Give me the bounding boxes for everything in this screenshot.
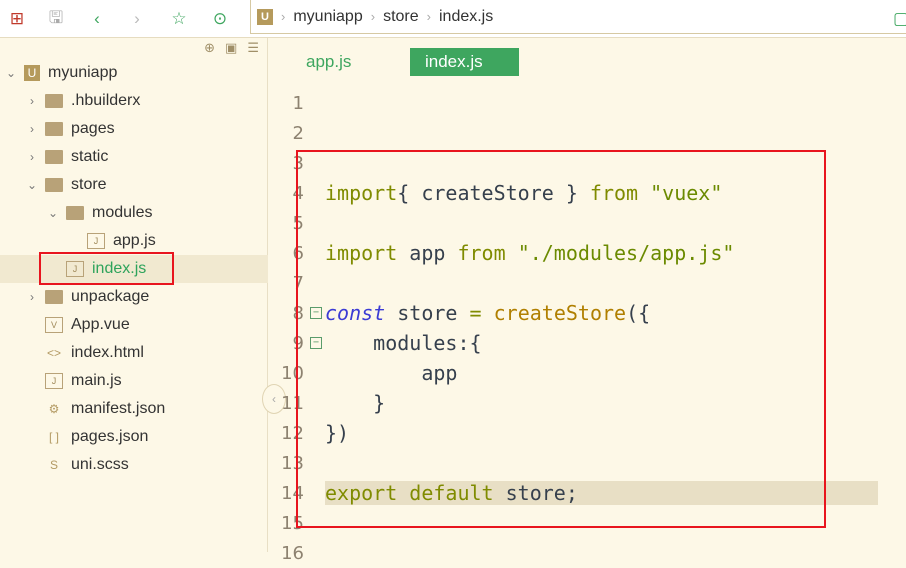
tree-item[interactable]: [ ] pages.json <box>0 423 268 451</box>
folder-icon <box>45 290 63 304</box>
breadcrumb-item[interactable]: store <box>383 8 419 26</box>
preview-icon[interactable]: ▢ <box>890 8 906 30</box>
tree-item-label: index.html <box>71 344 144 361</box>
js-file-icon: J <box>87 233 105 249</box>
chevron-right-icon[interactable]: › <box>25 122 39 136</box>
tree-item[interactable]: ⌄ store <box>0 171 268 199</box>
file-explorer: ⊕ ▣ ☰ ⌄ Umyuniapp › .hbuilderx › pages › static… <box>0 38 268 552</box>
tree-item[interactable]: Japp.js <box>0 227 268 255</box>
tree-item-label: myuniapp <box>48 64 118 81</box>
tree-item[interactable]: › pages <box>0 115 268 143</box>
new-file-icon[interactable]: ⊞ <box>6 8 28 30</box>
run-icon[interactable]: ⊙ <box>209 8 231 30</box>
chevron-down-icon[interactable]: ⌄ <box>25 178 39 192</box>
tree-item-label: App.vue <box>71 316 130 333</box>
gear-file-icon: ⚙ <box>48 402 60 416</box>
tree-item[interactable]: V App.vue <box>0 311 268 339</box>
tree-item[interactable]: › static <box>0 143 268 171</box>
line-number: 1 <box>292 92 304 114</box>
tab-index-js[interactable]: index.js <box>410 48 519 76</box>
folder-icon <box>45 122 63 136</box>
tree-item[interactable]: ⌄ modules <box>0 199 268 227</box>
chevron-right-icon: › <box>426 9 431 24</box>
tree-item-label: static <box>71 148 109 165</box>
chevron-right-icon: › <box>281 9 286 24</box>
tree-item[interactable]: <> index.html <box>0 339 268 367</box>
tab-app-js[interactable]: app.js <box>270 48 380 76</box>
breadcrumb-item[interactable]: myuniapp <box>293 8 362 26</box>
forward-icon[interactable]: › <box>126 8 148 30</box>
highlight-box <box>296 150 826 528</box>
tree-item-label: .hbuilderx <box>71 92 141 109</box>
chevron-down-icon[interactable]: ⌄ <box>4 66 18 80</box>
tree-item-label: app.js <box>113 232 156 249</box>
collapse-icon[interactable]: ▣ <box>225 40 237 56</box>
html-file-icon: <> <box>46 346 61 360</box>
folder-open-icon <box>45 178 63 192</box>
folder-icon <box>45 94 63 108</box>
vue-file-icon: V <box>45 317 63 333</box>
code-line[interactable]: 2 <box>270 118 906 148</box>
highlight-box <box>39 252 174 285</box>
chevron-right-icon[interactable]: › <box>25 150 39 164</box>
folder-icon <box>45 150 63 164</box>
tree-item-label: unpackage <box>71 288 150 305</box>
chevron-right-icon[interactable]: › <box>25 290 39 304</box>
breadcrumb: U › myuniapp › store › index.js <box>250 0 906 34</box>
menu-icon[interactable]: ☰ <box>247 40 259 56</box>
tree-item[interactable]: › unpackage <box>0 283 268 311</box>
toolbar: ⊞ 🖫 ‹ › ☆ ⊙ U › myuniapp › store › index… <box>0 0 906 38</box>
chevron-right-icon[interactable]: › <box>25 94 39 108</box>
tree-item-label: pages.json <box>71 428 149 445</box>
tree-item-label: uni.scss <box>71 456 129 473</box>
line-number: 2 <box>292 122 304 144</box>
code-line[interactable]: 1 <box>270 88 906 118</box>
star-icon[interactable]: ☆ <box>168 8 190 30</box>
project-icon: U <box>24 65 40 81</box>
brackets-file-icon: [ ] <box>48 430 59 444</box>
scss-file-icon: S <box>49 458 58 472</box>
locate-icon[interactable]: ⊕ <box>204 40 215 56</box>
chevron-right-icon: › <box>370 9 376 24</box>
tree-item-label: modules <box>92 204 153 221</box>
breadcrumb-item[interactable]: index.js <box>439 8 493 26</box>
folder-open-icon <box>66 206 84 220</box>
tree-item[interactable]: Suni.scss <box>0 451 268 479</box>
tree-item-label: manifest.json <box>71 400 166 417</box>
save-icon[interactable]: 🖫 <box>45 8 67 30</box>
project-logo-icon: U <box>257 8 273 25</box>
line-number: 16 <box>281 542 304 564</box>
chevron-down-icon[interactable]: ⌄ <box>46 206 60 220</box>
back-icon[interactable]: ‹ <box>86 8 108 30</box>
tree-item-label: main.js <box>71 372 122 389</box>
tree-item-label: store <box>71 176 107 193</box>
tree-item[interactable]: ⚙ manifest.json <box>0 395 268 423</box>
tree-item-label: pages <box>71 120 115 137</box>
tree-item[interactable]: › .hbuilderx <box>0 87 268 115</box>
tree-item[interactable]: ⌄ Umyuniapp <box>0 59 268 87</box>
code-line[interactable]: 16 <box>270 538 906 568</box>
js-file-icon: J <box>45 373 63 389</box>
tree-item[interactable]: Jmain.js <box>0 367 268 395</box>
